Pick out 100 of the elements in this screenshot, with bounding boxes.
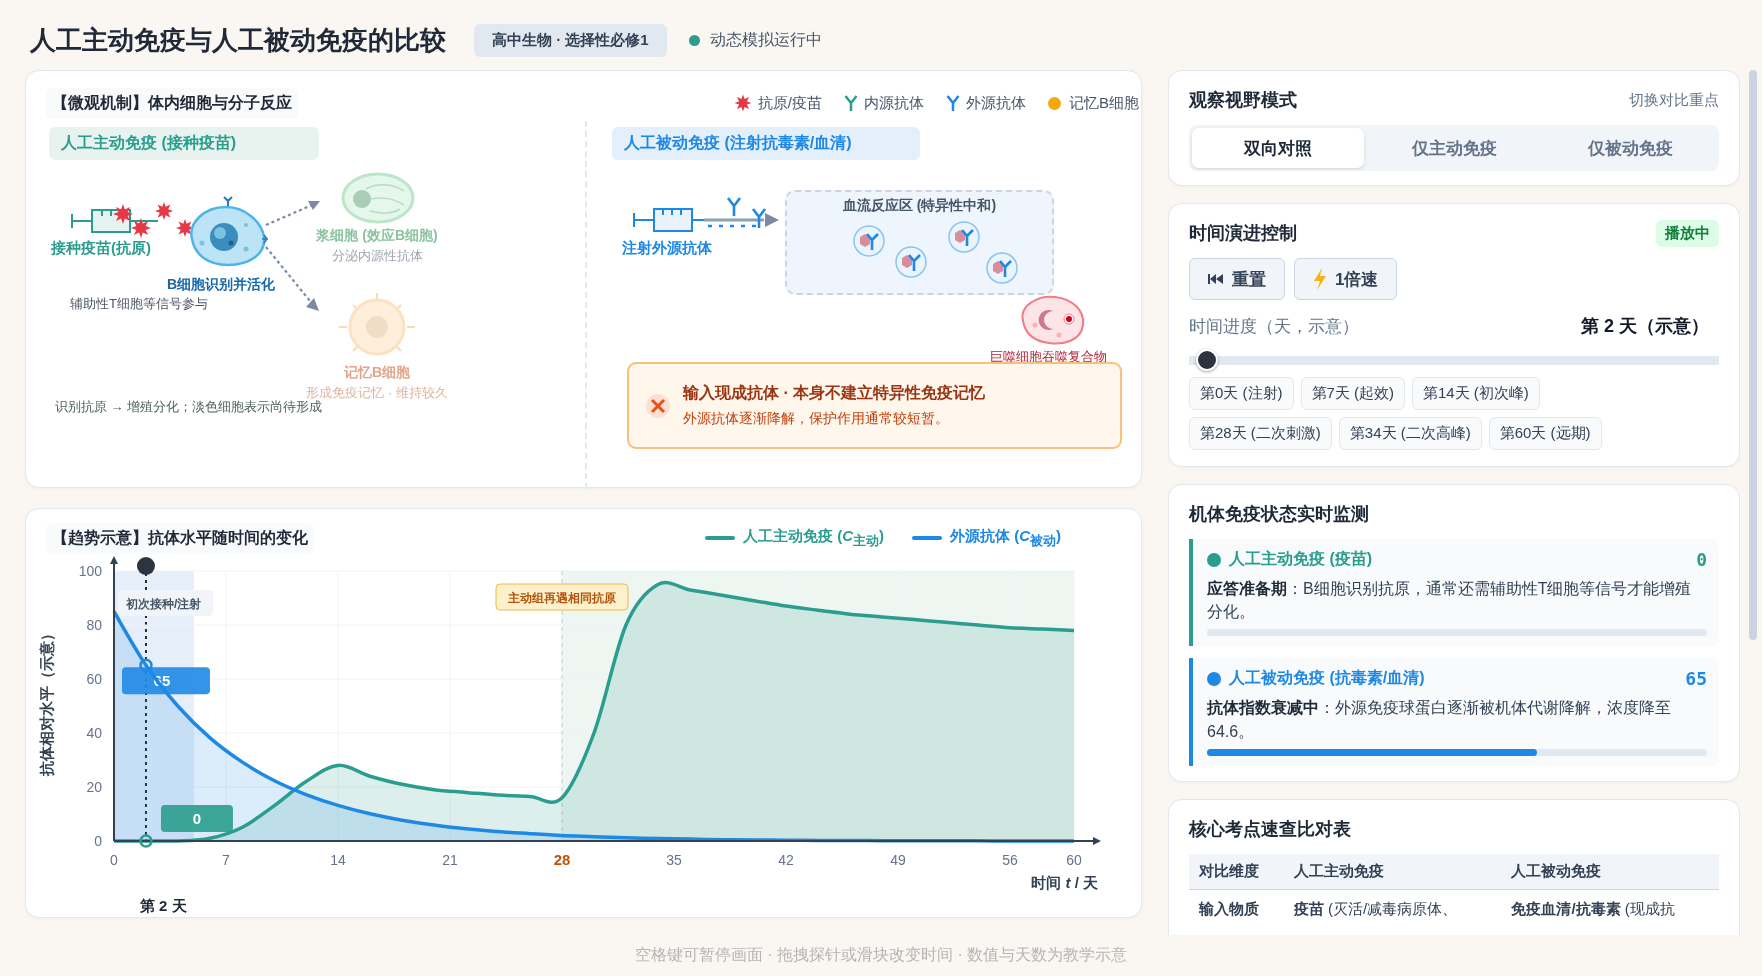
mode-tab[interactable]: 仅主动免疫 — [1368, 128, 1540, 168]
column-header: 人工主动免疫 — [1283, 854, 1502, 890]
speed-button[interactable]: 1倍速 — [1294, 258, 1398, 300]
legend-dot — [1048, 96, 1061, 110]
dotted-arrow — [264, 199, 322, 227]
status-text: 动态模拟运行中 — [709, 29, 822, 50]
tick-label: 42 — [778, 852, 794, 868]
value-badge: 0 — [160, 805, 233, 832]
page-title: 人工主动免疫与人工被动免疫的比较 — [30, 23, 446, 57]
panel-title: 【微观机制】体内细胞与分子反应 — [46, 87, 298, 119]
tick-label: 49 — [890, 852, 906, 868]
drawing-label: 巨噬细胞吞噬复合物 — [990, 348, 1107, 366]
day-preset-button[interactable]: 第60天 (远期) — [1488, 417, 1602, 450]
progress-label: 时间进度（天，示意） — [1189, 315, 1359, 338]
table-cell: 输入物质 — [1189, 889, 1284, 929]
column-header: 对比维度 — [1189, 854, 1284, 890]
card-value: 65 — [1685, 668, 1707, 690]
tick-label: 14 — [330, 852, 346, 868]
drawing-label: 注射外源抗体 — [622, 239, 712, 258]
legend-label: 抗原/疫苗 — [757, 93, 822, 113]
drawing-label: 接种疫苗(抗原) — [51, 239, 151, 258]
scrollbar-thumb[interactable] — [1749, 70, 1757, 640]
legend-label: 外源抗体 — [966, 93, 1026, 113]
panel-hint: 切换对比重点 — [1629, 90, 1719, 110]
course-badge: 高中生物 · 选择性必修1 — [474, 23, 667, 57]
axis-title: 抗体相对水平（示意） — [38, 626, 55, 776]
drawing-note: 分泌内源性抗体 — [330, 247, 424, 265]
tick-label: 20 — [86, 779, 102, 795]
panel-title: 核心考点速查比对表 — [1189, 818, 1351, 841]
chart-title: 【趋势示意】抗体水平随时间的变化 — [46, 522, 314, 554]
tick-label: 100 — [78, 563, 102, 579]
column-header: 人工被动免疫 — [1501, 854, 1719, 890]
day-preset-button[interactable]: 第28天 (二次刺激) — [1189, 417, 1332, 450]
tick-label: 21 — [442, 852, 458, 868]
status-badge: 播放中 — [1656, 219, 1719, 247]
probe-marker — [139, 658, 153, 672]
tick-label: 28 — [553, 851, 571, 868]
chart-annotation: 主动组再遇相同抗原 — [495, 583, 629, 611]
legend-label: 记忆B细胞 — [1069, 93, 1139, 113]
day-preset-button[interactable]: 第0天 (注射) — [1189, 377, 1294, 410]
panel-title: 时间演进控制 — [1189, 222, 1297, 245]
section-header: 人工被动免疫 (注射抗毒素/血清) — [612, 127, 920, 160]
drawing-note: 形成免疫记忆 · 维持较久 — [305, 384, 449, 401]
annotation: 主动组再遇相同抗原 — [507, 591, 616, 605]
complex-icon — [947, 220, 981, 254]
complex-icon — [894, 245, 928, 279]
lightning-icon — [1313, 268, 1327, 290]
table-cell: 疫苗 (灭活/减毒病原体、 — [1283, 889, 1502, 929]
tick-label: 0 — [94, 833, 102, 849]
day-preset-button[interactable]: 第7天 (起效) — [1300, 377, 1405, 410]
warning-title: 输入现成抗体 · 本身不建立特异性免疫记忆 — [683, 383, 986, 403]
legend-swatch — [912, 536, 942, 540]
table-cell: 免疫血清/抗毒素 (现成抗 — [1501, 889, 1719, 929]
footnote: 识别抗原 → 增殖分化；淡色细胞表示尚待形成 — [55, 399, 323, 416]
legend-label: 内源抗体 — [864, 93, 924, 113]
tick-label: 60 — [86, 671, 102, 687]
tick-label: 60 — [1066, 852, 1082, 868]
day-preset-button[interactable]: 第14天 (初次峰) — [1412, 377, 1540, 410]
warning-text: 外源抗体逐渐降解，保护作用通常较短暂。 — [683, 410, 950, 428]
tick-label: 7 — [222, 852, 230, 868]
probe-label: 第 2 天 — [139, 897, 187, 914]
day-preset-button[interactable]: 第34天 (二次高峰) — [1338, 417, 1482, 450]
complex-icon — [985, 251, 1019, 285]
drawing-label: B细胞识别并活化 — [167, 276, 276, 294]
slider-thumb[interactable] — [1195, 349, 1218, 371]
reset-button[interactable]: 重置 — [1189, 258, 1285, 300]
tick-label: 35 — [666, 852, 682, 868]
axis-title: 时间 t / 天 — [1031, 874, 1098, 893]
progress-value: 第 2 天（示意） — [1581, 315, 1709, 338]
drawing-note: 辅助性T细胞等信号参与 — [70, 295, 208, 313]
drawing-label: 记忆B细胞 — [342, 364, 412, 382]
panel-title: 观察视野模式 — [1189, 89, 1297, 112]
section-header: 人工主动免疫 (接种疫苗) — [49, 127, 319, 160]
legend-swatch — [704, 536, 735, 540]
close-x-icon — [645, 392, 671, 419]
tick-label: 56 — [1002, 852, 1018, 868]
tick-label: 80 — [86, 617, 102, 633]
footer-hint: 空格键可暂停画面 · 拖拽探针或滑块改变时间 · 数值与天数为教学示意 — [633, 945, 1129, 965]
probe-marker — [139, 834, 153, 848]
antibody-icon — [844, 94, 858, 112]
drawing-label: 浆细胞 (效应B细胞) — [315, 227, 439, 245]
legend-label: 人工主动免疫 (C$_{主动}$) — [742, 526, 884, 550]
tick-label: 0 — [110, 852, 118, 868]
skip-back-icon — [1208, 273, 1224, 285]
card-text: 抗体指数衰减中：外源免疫球蛋白逐渐被机体代谢降解，浓度降至64.6。 — [1207, 698, 1672, 742]
zone-title: 血流反应区 (特异性中和) — [841, 197, 998, 215]
complex-icon — [852, 224, 886, 258]
legend-label: 外源抗体 (C$_{被动}$) — [950, 526, 1061, 550]
panel-title: 机体免疫状态实时监测 — [1189, 503, 1369, 526]
card-title: 人工主动免疫 (疫苗) — [1229, 549, 1374, 569]
probe-handle[interactable] — [136, 557, 155, 575]
chart-annotation: 初次接种/注射 — [118, 590, 214, 616]
mode-tab[interactable]: 双向对照 — [1192, 128, 1364, 168]
antibody-icon — [946, 94, 960, 112]
annotation: 初次接种/注射 — [125, 597, 202, 611]
card-value: 0 — [1696, 549, 1707, 570]
antigen-star-icon — [733, 94, 752, 112]
card-title: 人工被动免疫 (抗毒素/血清) — [1229, 668, 1426, 689]
mode-tab[interactable]: 仅被动免疫 — [1544, 128, 1716, 168]
card-text: 应答准备期：B细胞识别抗原，通常还需辅助性T细胞等信号才能增殖分化。 — [1207, 579, 1693, 623]
